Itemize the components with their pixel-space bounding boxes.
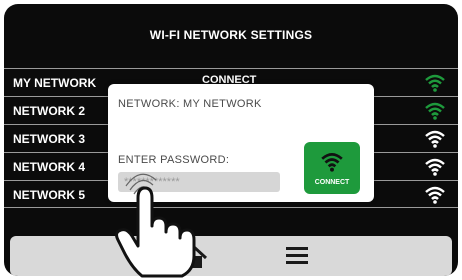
connect-button-label: CONNECT (314, 179, 350, 186)
bottom-bar (10, 236, 452, 276)
wifi-signal-icon (425, 74, 445, 92)
wifi-signal-icon (425, 102, 445, 120)
page-title: WI-FI NETWORK SETTINGS (149, 28, 313, 42)
wifi-signal-icon (425, 186, 445, 204)
dialog-network-label: NETWORK: MY NETWORK (118, 98, 262, 110)
menu-icon[interactable] (286, 247, 308, 265)
network-name: NETWORK 5 (13, 188, 85, 202)
wifi-signal-icon (425, 158, 445, 176)
network-name: NETWORK 2 (13, 104, 85, 118)
wifi-signal-icon (425, 130, 445, 148)
connect-button[interactable]: CONNECT (304, 142, 360, 194)
network-name: NETWORK 4 (13, 160, 85, 174)
wifi-icon (321, 153, 343, 172)
tap-gesture-hand-icon (115, 173, 196, 278)
network-name: MY NETWORK (13, 76, 97, 90)
network-name: NETWORK 3 (13, 132, 85, 146)
